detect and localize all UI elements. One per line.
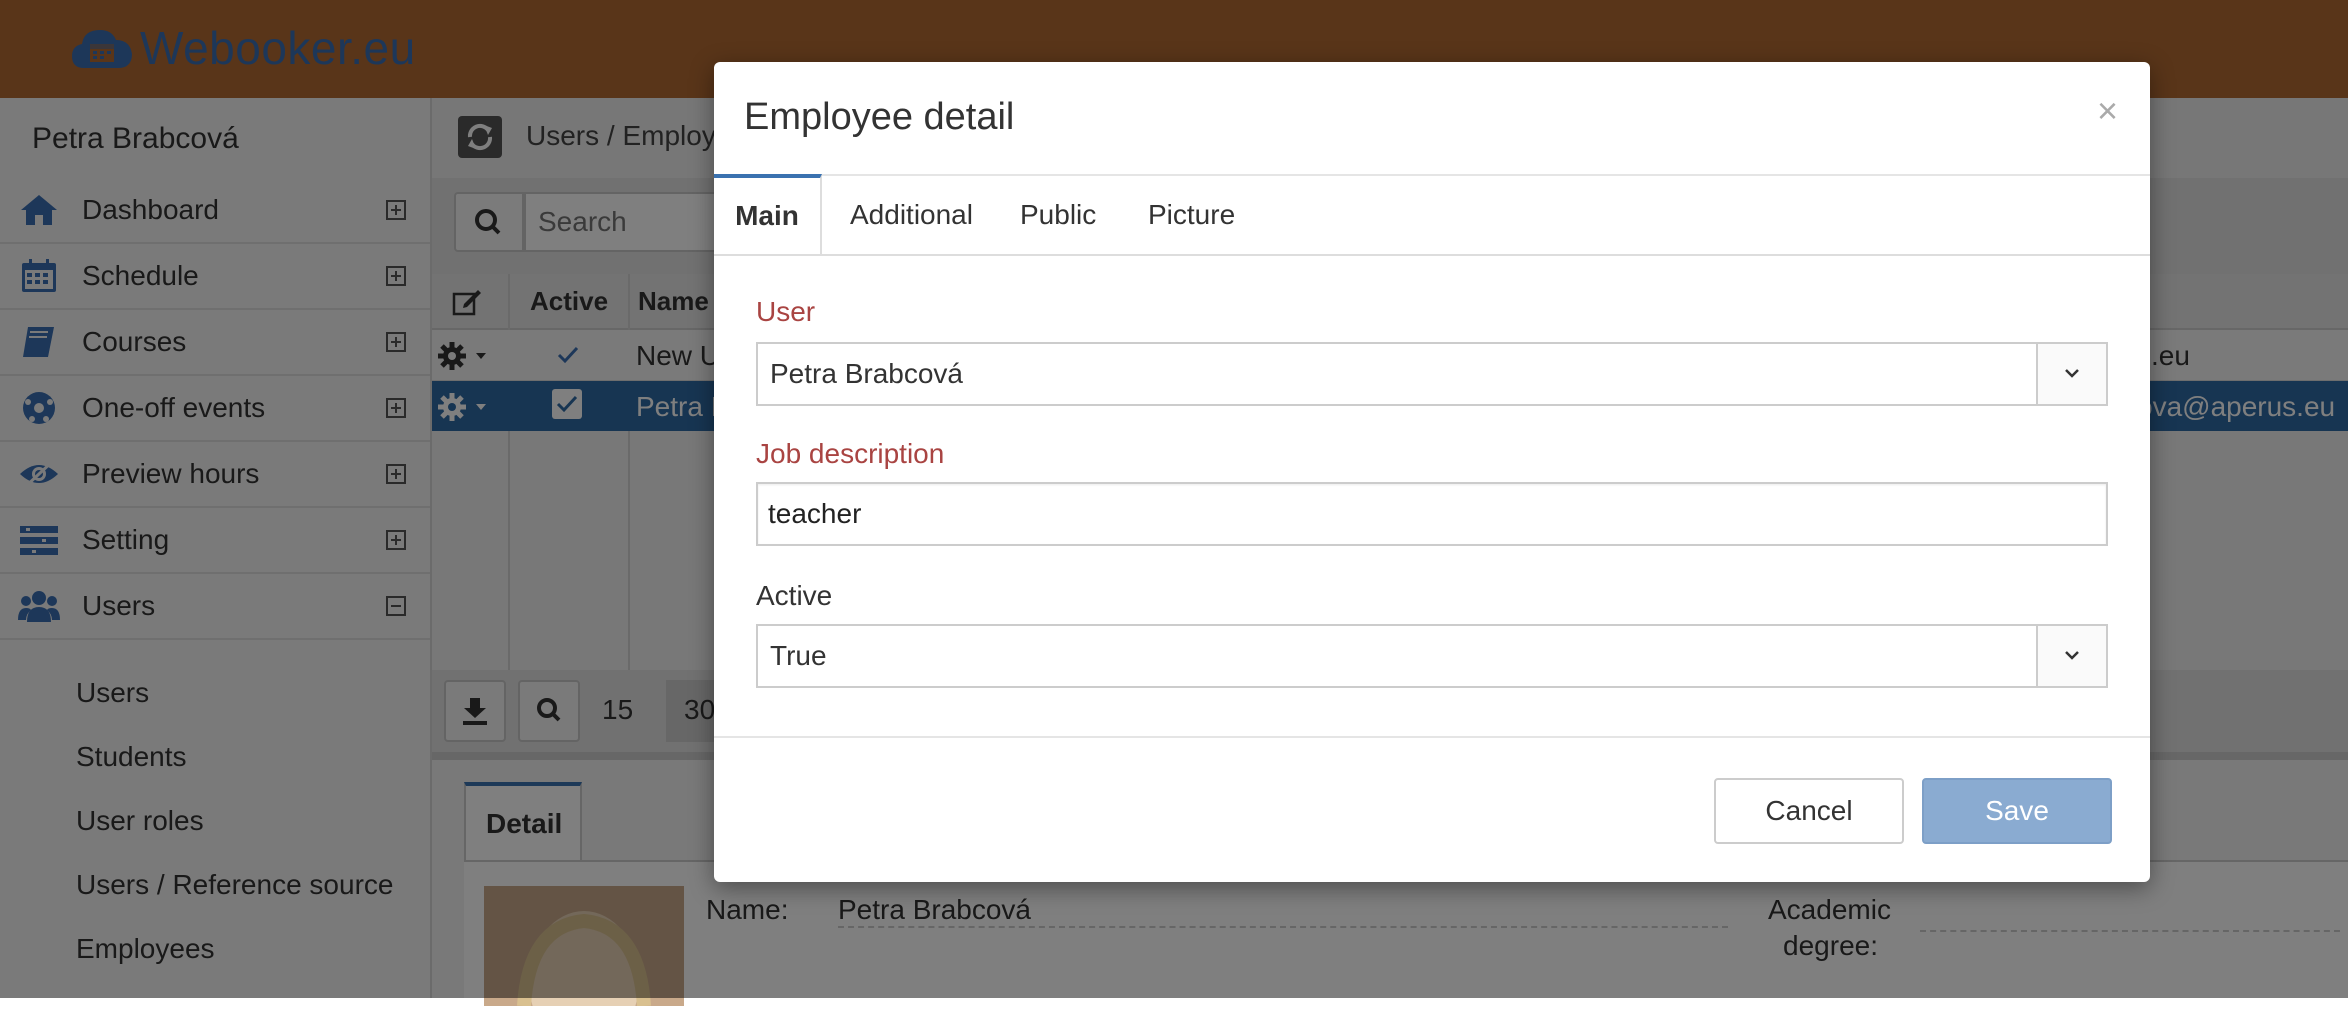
user-field-label: User	[756, 296, 816, 327]
dialog-title: Employee detail	[744, 96, 1015, 138]
chevron-down-icon	[2065, 369, 2079, 378]
active-field-label: Active	[756, 580, 833, 611]
tab-main[interactable]: Main	[714, 174, 822, 254]
job-description-label: Job description	[756, 438, 945, 469]
dialog-footer: Cancel Save	[714, 736, 2150, 884]
job-description-input[interactable]	[756, 482, 2108, 546]
tab-public[interactable]: Public	[1020, 176, 1096, 254]
active-select[interactable]: True	[756, 624, 2108, 688]
user-select-value: Petra Brabcová	[770, 358, 963, 389]
user-select[interactable]: Petra Brabcová	[756, 342, 2108, 406]
close-icon[interactable]: ×	[2097, 90, 2118, 132]
dropdown-toggle[interactable]	[2036, 626, 2106, 686]
dropdown-toggle[interactable]	[2036, 344, 2106, 404]
tab-additional[interactable]: Additional	[850, 176, 973, 254]
cancel-button[interactable]: Cancel	[1714, 778, 1904, 844]
dialog-header: Employee detail ×	[714, 62, 2150, 176]
employee-detail-dialog: Employee detail × Main Additional Public…	[714, 62, 2150, 882]
active-select-value: True	[770, 640, 827, 671]
tab-picture[interactable]: Picture	[1148, 176, 1235, 254]
chevron-down-icon	[2065, 651, 2079, 660]
dialog-tabs: Main Additional Public Picture	[714, 174, 2150, 256]
save-button[interactable]: Save	[1922, 778, 2112, 844]
